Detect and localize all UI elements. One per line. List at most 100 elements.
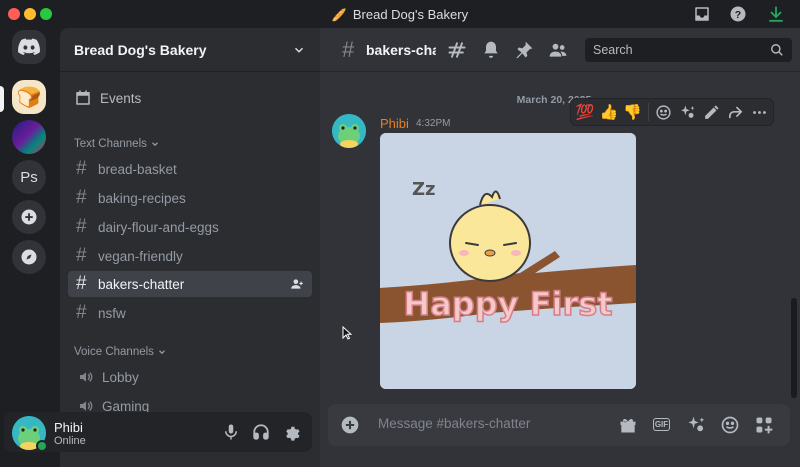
notification-bell-icon[interactable] bbox=[481, 40, 501, 60]
settings-gear-icon[interactable] bbox=[282, 423, 300, 441]
window-title: 🥖 Bread Dog's Bakery bbox=[0, 7, 800, 22]
add-reaction-button[interactable] bbox=[652, 100, 676, 124]
hash-icon: # bbox=[342, 37, 355, 62]
nsfw-hash-icon: # bbox=[76, 302, 87, 323]
mouse-cursor-icon bbox=[342, 326, 352, 340]
sticker-sparkle-icon[interactable] bbox=[686, 415, 706, 435]
message-composer: GIF bbox=[328, 404, 790, 446]
member-list-icon[interactable] bbox=[548, 40, 568, 60]
category-voice-channels[interactable]: Voice Channels bbox=[74, 346, 167, 358]
channel-baking-recipes[interactable]: # baking-recipes bbox=[68, 185, 312, 211]
download-icon[interactable] bbox=[767, 5, 785, 23]
more-dots-icon bbox=[752, 110, 766, 114]
user-avatar[interactable] bbox=[12, 416, 48, 452]
plus-icon bbox=[21, 209, 37, 225]
server-bread-dogs-bakery[interactable]: 🍞 bbox=[12, 80, 46, 114]
scrollbar[interactable] bbox=[791, 298, 797, 398]
forward-message-button[interactable] bbox=[723, 100, 747, 124]
guild-name: Bread Dog's Bakery bbox=[74, 41, 207, 58]
gif-label: GIF bbox=[653, 418, 670, 431]
microphone-icon[interactable] bbox=[222, 423, 240, 441]
channel-label: nsfw bbox=[98, 305, 126, 321]
home-button[interactable] bbox=[12, 30, 46, 64]
channel-label: Lobby bbox=[102, 369, 139, 385]
online-status-icon bbox=[36, 440, 48, 452]
reaction-thumbs-down-button[interactable]: 👎 bbox=[621, 100, 645, 124]
gif-attachment[interactable]: Zz Happy First bbox=[380, 133, 636, 389]
active-server-indicator bbox=[0, 86, 4, 112]
sleep-zz-text: Zz bbox=[412, 179, 436, 200]
channel-header: # bakers-chatter bbox=[320, 28, 800, 72]
window-titlebar: 🥖 Bread Dog's Bakery ? bbox=[0, 0, 800, 28]
server-art[interactable] bbox=[12, 120, 46, 154]
bread-icon: 🍞 bbox=[16, 86, 42, 109]
divider bbox=[647, 103, 649, 121]
calendar-icon bbox=[76, 90, 90, 105]
message-action-bar: 💯 👍 👎 bbox=[570, 98, 774, 126]
reaction-100-button[interactable]: 💯 bbox=[573, 100, 597, 124]
hash-icon: # bbox=[76, 245, 87, 266]
compass-icon bbox=[21, 249, 37, 265]
help-icon[interactable]: ? bbox=[729, 5, 747, 23]
inbox-icon[interactable] bbox=[693, 5, 711, 23]
category-text-channels[interactable]: Text Channels bbox=[74, 138, 160, 150]
window-title-text: Bread Dog's Bakery bbox=[352, 7, 469, 22]
hash-icon: # bbox=[76, 158, 87, 179]
reaction-thumbs-up-button[interactable]: 👍 bbox=[597, 100, 621, 124]
search-input[interactable] bbox=[593, 43, 770, 57]
more-options-button[interactable] bbox=[747, 100, 771, 124]
explore-servers-button[interactable] bbox=[12, 240, 46, 274]
hash-icon: # bbox=[76, 273, 87, 294]
channel-bread-basket[interactable]: # bread-basket bbox=[68, 156, 312, 182]
gif-caption: Happy First bbox=[403, 285, 612, 323]
events-label: Events bbox=[100, 90, 142, 106]
search-bar[interactable] bbox=[585, 38, 792, 62]
emoji-picker-icon[interactable] bbox=[720, 415, 740, 435]
super-reaction-button[interactable] bbox=[676, 100, 700, 124]
chevron-down-icon bbox=[294, 47, 304, 53]
channel-vegan-friendly[interactable]: # vegan-friendly bbox=[68, 243, 312, 269]
add-server-button[interactable] bbox=[12, 200, 46, 234]
channel-nsfw[interactable]: # nsfw bbox=[68, 300, 312, 326]
channel-title: bakers-chatter bbox=[366, 42, 436, 58]
attach-plus-icon[interactable] bbox=[340, 415, 360, 435]
forward-arrow-icon bbox=[728, 106, 743, 118]
create-invite-icon[interactable] bbox=[290, 277, 304, 291]
sparkle-icon bbox=[681, 104, 695, 118]
speaker-icon bbox=[80, 372, 93, 382]
message-author[interactable]: Phibi bbox=[380, 116, 409, 131]
search-icon bbox=[771, 44, 783, 56]
username: Phibi bbox=[54, 420, 83, 435]
channel-dairy-flour-and-eggs[interactable]: # dairy-flour-and-eggs bbox=[68, 214, 312, 240]
server-ps[interactable]: Ps bbox=[12, 160, 46, 194]
channel-label: baking-recipes bbox=[98, 190, 186, 206]
threads-icon[interactable] bbox=[447, 40, 467, 60]
pin-icon[interactable] bbox=[514, 40, 534, 60]
message-input[interactable] bbox=[378, 416, 608, 431]
discord-icon bbox=[18, 38, 40, 56]
channel-label: bread-basket bbox=[98, 161, 177, 177]
message-author-avatar[interactable] bbox=[332, 114, 366, 148]
category-label: Voice Channels bbox=[74, 346, 154, 358]
chevron-down-icon bbox=[151, 142, 158, 147]
gift-icon[interactable] bbox=[618, 415, 638, 435]
apps-icon[interactable] bbox=[754, 415, 774, 435]
hash-icon: # bbox=[76, 187, 87, 208]
headphones-icon[interactable] bbox=[252, 423, 270, 441]
frog-avatar-icon bbox=[332, 114, 366, 148]
channel-bakers-chatter[interactable]: # bakers-chatter bbox=[68, 271, 312, 297]
bread-emoji-icon: 🥖 bbox=[331, 8, 347, 22]
channel-label: vegan-friendly bbox=[98, 248, 183, 264]
user-panel: Phibi Online bbox=[4, 412, 312, 452]
user-status: Online bbox=[54, 435, 86, 447]
chevron-down-icon bbox=[158, 350, 165, 355]
voice-channel-lobby[interactable]: Lobby bbox=[68, 364, 312, 390]
gif-picker-button[interactable]: GIF bbox=[652, 415, 672, 435]
sleepy-chick-gif: Zz Happy First bbox=[380, 133, 636, 389]
category-label: Text Channels bbox=[74, 138, 147, 150]
guild-header[interactable]: Bread Dog's Bakery bbox=[60, 28, 320, 72]
channel-sidebar: Bread Dog's Bakery Events Text Channels … bbox=[60, 28, 320, 467]
edit-message-button[interactable] bbox=[699, 100, 723, 124]
smiley-icon bbox=[656, 104, 671, 120]
events-item[interactable]: Events bbox=[68, 86, 312, 110]
